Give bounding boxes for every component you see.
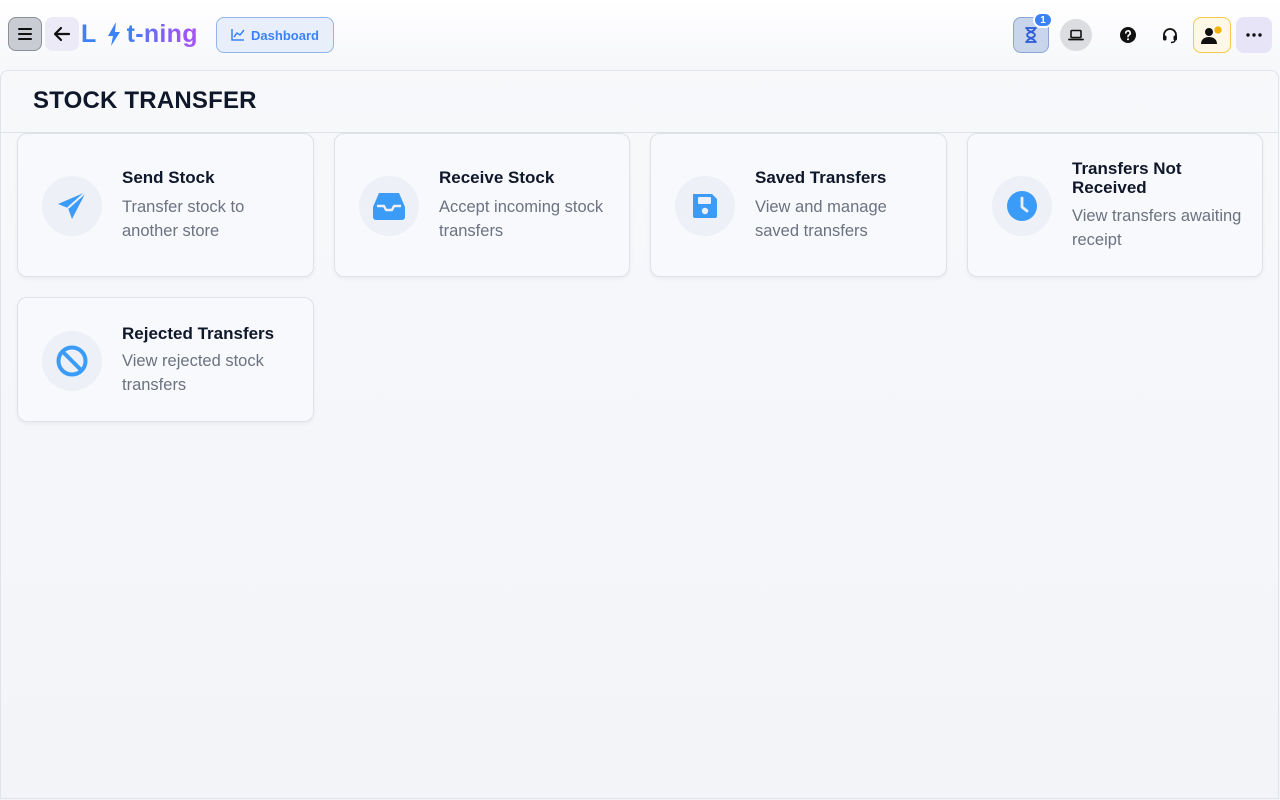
top-bar: L t-ning Dashboard 1: [0, 0, 1280, 70]
paper-plane-icon: [58, 191, 87, 219]
laptop-icon: [1068, 29, 1084, 41]
floppy-disk-icon: [693, 194, 717, 218]
card-icon-wrap: [675, 176, 735, 236]
card-title: Rejected Transfers: [122, 324, 275, 343]
card-icon-wrap: [42, 176, 102, 236]
card-icon-wrap: [359, 176, 419, 236]
card-title: Send Stock: [122, 168, 215, 187]
main-content: STOCK TRANSFER Send Stock Transfer stock…: [0, 70, 1279, 799]
card-rejected-transfers[interactable]: Rejected Transfers View rejected stock t…: [17, 297, 314, 422]
clock-icon: [1007, 191, 1037, 221]
card-title: Receive Stock: [439, 168, 555, 187]
card-send-stock[interactable]: Send Stock Transfer stock to another sto…: [17, 133, 314, 277]
card-saved-transfers[interactable]: Saved Transfers View and manage saved tr…: [650, 133, 947, 277]
page-title: STOCK TRANSFER: [33, 87, 257, 114]
more-dots-icon: [1246, 33, 1262, 37]
help-button[interactable]: [1112, 17, 1144, 53]
card-transfers-not-received[interactable]: Transfers Not Received View transfers aw…: [967, 133, 1263, 277]
card-icon-wrap: [42, 331, 102, 391]
more-options-button[interactable]: [1236, 17, 1272, 53]
ban-icon: [56, 345, 88, 377]
card-description: View rejected stock transfers: [122, 352, 264, 394]
support-button[interactable]: [1154, 17, 1186, 53]
card-title: Saved Transfers: [755, 168, 887, 187]
timer-button[interactable]: 1: [1013, 12, 1053, 53]
inbox-icon: [373, 193, 405, 220]
hourglass-icon: [1025, 27, 1037, 43]
timer-badge: 1: [1033, 12, 1053, 28]
card-description: Transfer stock to another store: [122, 198, 245, 240]
user-status-icon: [1201, 25, 1224, 44]
page-header: STOCK TRANSFER: [1, 71, 1278, 133]
laptop-button[interactable]: [1060, 19, 1092, 51]
headset-icon: [1163, 28, 1177, 44]
card-receive-stock[interactable]: Receive Stock Accept incoming stock tran…: [334, 133, 630, 277]
card-description: View and manage saved transfers: [755, 198, 887, 240]
card-icon-wrap: [992, 176, 1052, 236]
question-circle-icon: [1120, 27, 1136, 43]
card-description: Accept incoming stock transfers: [439, 198, 604, 240]
card-title: Transfers Not Received: [1072, 159, 1182, 197]
card-description: View transfers awaiting receipt: [1072, 207, 1242, 249]
user-button[interactable]: [1193, 17, 1231, 53]
